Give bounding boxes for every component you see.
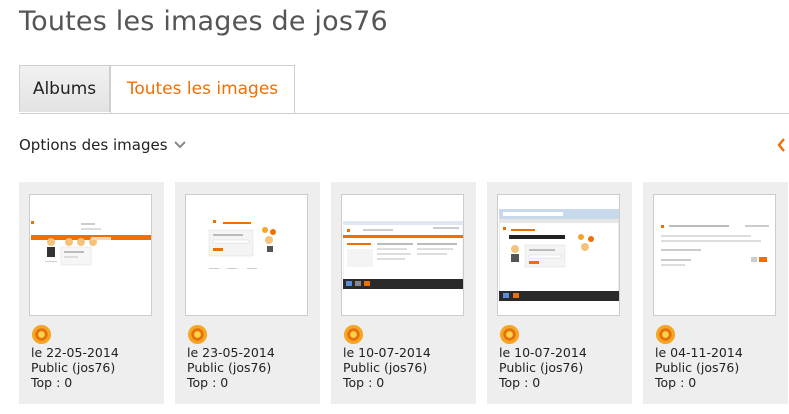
image-visibility: Public (jos76) <box>187 360 272 375</box>
chevron-down-icon <box>173 141 186 149</box>
image-card[interactable]: le 10-07-2014 Public (jos76) Top : 0 <box>331 182 476 404</box>
image-date: le 22-05-2014 <box>31 345 119 360</box>
image-visibility: Public (jos76) <box>655 360 740 375</box>
image-options-toggle[interactable]: Options des images <box>19 136 186 154</box>
image-card[interactable]: le 04-11-2014 Public (jos76) Top : 0 <box>643 182 788 404</box>
image-visibility: Public (jos76) <box>499 360 584 375</box>
sun-badge-icon <box>343 324 364 345</box>
image-top-count: Top : 0 <box>31 375 73 390</box>
image-top-count: Top : 0 <box>187 375 229 390</box>
image-options-label: Options des images <box>19 136 168 154</box>
image-visibility: Public (jos76) <box>343 360 428 375</box>
sun-badge-icon <box>499 324 520 345</box>
image-meta: le 10-07-2014 Public (jos76) Top : 0 <box>343 345 431 390</box>
image-date: le 10-07-2014 <box>343 345 431 360</box>
sun-badge-icon <box>655 324 676 345</box>
page-title: Toutes les images de jos76 <box>19 6 388 37</box>
image-card[interactable]: le 10-07-2014 Public (jos76) Top : 0 <box>487 182 632 404</box>
image-date: le 23-05-2014 <box>187 345 275 360</box>
image-card[interactable]: le 23-05-2014 Public (jos76) Top : 0 <box>175 182 320 404</box>
tab-albums[interactable]: Albums <box>19 65 110 112</box>
image-visibility: Public (jos76) <box>31 360 116 375</box>
tab-all-images[interactable]: Toutes les images <box>110 65 295 113</box>
image-date: le 04-11-2014 <box>655 345 743 360</box>
image-date: le 10-07-2014 <box>499 345 587 360</box>
image-meta: le 23-05-2014 Public (jos76) Top : 0 <box>187 345 275 390</box>
sun-badge-icon <box>187 324 208 345</box>
image-thumbnail[interactable] <box>497 194 620 316</box>
image-thumbnail[interactable] <box>653 194 776 316</box>
image-top-count: Top : 0 <box>499 375 541 390</box>
image-thumbnail[interactable] <box>341 194 464 316</box>
image-meta: le 04-11-2014 Public (jos76) Top : 0 <box>655 345 743 390</box>
image-thumbnail[interactable] <box>185 194 308 316</box>
image-top-count: Top : 0 <box>343 375 385 390</box>
image-card[interactable]: le 22-05-2014 Public (jos76) Top : 0 <box>19 182 164 404</box>
image-meta: le 10-07-2014 Public (jos76) Top : 0 <box>499 345 587 390</box>
chevron-left-icon[interactable] <box>776 137 786 153</box>
image-top-count: Top : 0 <box>655 375 697 390</box>
sun-badge-icon <box>31 324 52 345</box>
tab-bar: Albums Toutes les images <box>19 65 789 114</box>
image-thumbnail[interactable] <box>29 194 152 316</box>
image-meta: le 22-05-2014 Public (jos76) Top : 0 <box>31 345 119 390</box>
